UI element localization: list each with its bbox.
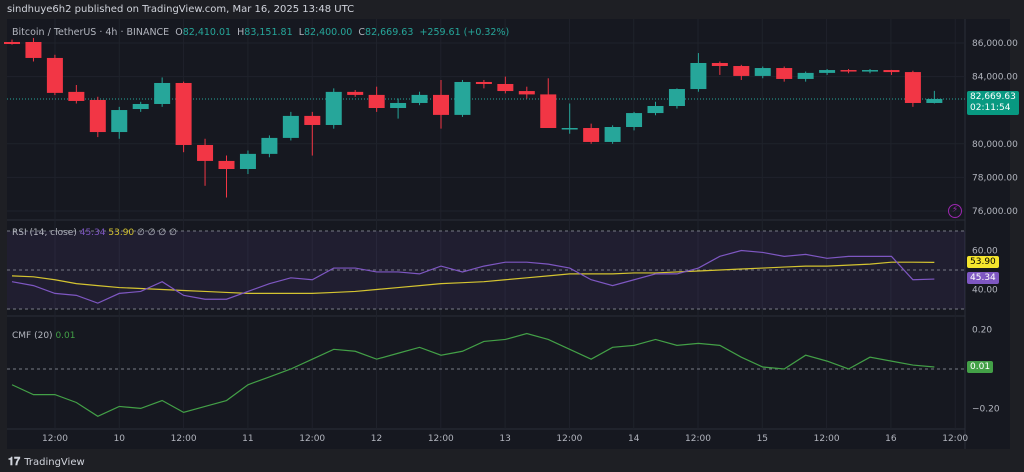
candle-body xyxy=(261,137,278,154)
candle-body xyxy=(497,83,514,92)
candle-body xyxy=(154,82,171,104)
candle-body xyxy=(390,102,407,109)
close-value: 82,669.63 xyxy=(365,27,414,38)
candle-body xyxy=(89,99,106,133)
candle-body xyxy=(132,103,149,110)
candle-body xyxy=(68,91,85,101)
footer-brand-name: TradingView xyxy=(24,456,85,468)
cmf-tick-label: −0.20 xyxy=(972,404,1000,414)
candle-body xyxy=(690,62,707,90)
cmf-title: CMF (20) xyxy=(12,331,53,341)
candle-body xyxy=(454,81,471,115)
rsi-tick-label: 40.00 xyxy=(972,286,998,296)
flash-icon[interactable]: ⚡ xyxy=(948,204,962,218)
x-tick-label: 15 xyxy=(757,434,768,444)
candle-body xyxy=(647,106,664,114)
open-value: 82,410.01 xyxy=(182,27,232,38)
candle-body xyxy=(347,91,364,95)
x-tick-label: 12:00 xyxy=(942,434,968,444)
x-tick-label: 10 xyxy=(114,434,126,444)
x-tick-label: 12:00 xyxy=(171,434,197,444)
candle-body xyxy=(304,115,321,125)
price-tick-label: 80,000.00 xyxy=(972,140,1018,150)
price-tick-label: 84,000.00 xyxy=(972,73,1018,83)
candle-body xyxy=(46,57,63,93)
candle-body xyxy=(197,144,214,161)
candle-body xyxy=(797,72,814,79)
rsi-value: 45.34 xyxy=(79,228,106,238)
x-tick-label: 12:00 xyxy=(685,434,711,444)
candle-body xyxy=(926,98,943,103)
x-tick-label: 12:00 xyxy=(299,434,325,444)
rsi-ma-value: 53.90 xyxy=(108,228,135,238)
candle-body xyxy=(111,110,128,133)
candle-body xyxy=(282,115,299,138)
candle-body xyxy=(583,128,600,142)
candle-body xyxy=(626,113,643,127)
candle-body xyxy=(904,72,921,103)
price-tag-countdown: 02:11:54 xyxy=(970,103,1011,113)
candle-body xyxy=(540,94,557,129)
candle-body xyxy=(840,70,857,72)
candle-body xyxy=(819,70,836,73)
candle-body xyxy=(776,68,793,79)
x-tick-label: 14 xyxy=(628,434,640,444)
candle-body xyxy=(711,62,728,67)
footer-brand[interactable]: 𝟏𝟕 TradingView xyxy=(8,455,85,469)
rsi-title: RSI (14, close) xyxy=(12,228,77,238)
rsi-band xyxy=(7,231,965,309)
candle-body xyxy=(862,70,878,72)
candle-body xyxy=(325,91,342,125)
candle-body xyxy=(754,68,771,76)
candle-body xyxy=(25,41,42,58)
x-tick-label: 11 xyxy=(242,434,253,444)
cmf-tag: 0.01 xyxy=(967,361,994,373)
symbol-name: Bitcoin / TetherUS · 4h · BINANCE xyxy=(12,27,170,38)
low-value: 82,400.00 xyxy=(303,27,353,38)
change-value: +259.61 (+0.32%) xyxy=(419,27,510,38)
x-tick-label: 13 xyxy=(499,434,510,444)
candle-body xyxy=(4,41,20,45)
price-tick-label: 86,000.00 xyxy=(972,39,1018,49)
candle-body xyxy=(175,82,192,145)
rsi-extras: ∅ ∅ ∅ ∅ xyxy=(137,228,177,238)
x-tick-label: 12:00 xyxy=(556,434,582,444)
rsi-legend: RSI (14, close) 45.34 53.90 ∅ ∅ ∅ ∅ xyxy=(12,228,177,238)
rsi-tag: 45.34 xyxy=(967,272,999,284)
candle-body xyxy=(733,66,750,76)
rsi-ma-tag: 53.90 xyxy=(967,256,999,268)
candle-body xyxy=(368,94,385,109)
high-value: 83,151.81 xyxy=(244,27,293,38)
cmf-line xyxy=(11,332,935,417)
x-tick-label: 12 xyxy=(371,434,382,444)
cmf-legend: CMF (20) 0.01 xyxy=(12,331,75,341)
symbol-legend: Bitcoin / TetherUS · 4h · BINANCE O82,41… xyxy=(12,27,509,38)
tradingview-logo-icon: 𝟏𝟕 xyxy=(8,455,21,468)
x-tick-label: 12:00 xyxy=(814,434,840,444)
candle-body xyxy=(668,89,685,106)
rsi-tick-label: 60.00 xyxy=(972,247,998,257)
candle-body xyxy=(218,160,235,169)
x-tick-label: 12:00 xyxy=(428,434,454,444)
candle-body xyxy=(518,91,535,95)
candle-body xyxy=(475,81,492,84)
price-tag: 82,669.63 02:11:54 xyxy=(967,91,1019,115)
candle-body xyxy=(561,128,578,130)
price-tag-price: 82,669.63 xyxy=(970,92,1016,102)
candle-body xyxy=(883,70,900,73)
candle-body xyxy=(433,94,449,115)
cmf-value: 0.01 xyxy=(55,331,76,341)
x-tick-label: 12:00 xyxy=(42,434,68,444)
price-tick-label: 78,000.00 xyxy=(972,173,1018,183)
candle-body xyxy=(604,127,621,142)
candle-body xyxy=(411,94,428,103)
open-label: O xyxy=(175,27,183,38)
x-tick-label: 16 xyxy=(885,434,897,444)
candle-body xyxy=(239,153,256,169)
cmf-tick-label: 0.20 xyxy=(972,326,992,336)
price-tick-label: 76,000.00 xyxy=(972,207,1018,217)
